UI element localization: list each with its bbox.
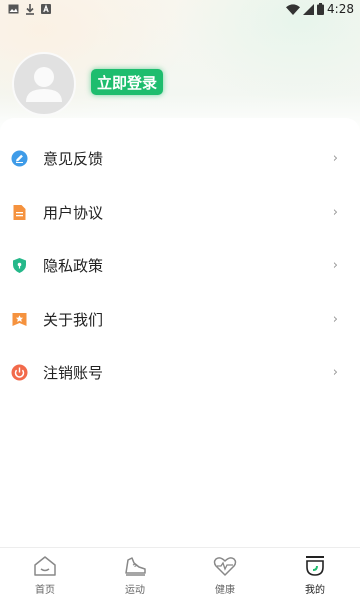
home-icon <box>32 554 58 578</box>
star-badge-icon <box>11 311 28 328</box>
chevron-right-icon: › <box>332 204 338 220</box>
default-avatar-icon <box>26 67 62 102</box>
signal-icon <box>303 3 315 15</box>
tab-home[interactable]: 首页 <box>0 548 90 600</box>
power-icon <box>11 364 28 381</box>
tab-label-mine: 我的 <box>305 585 325 596</box>
download-icon <box>25 3 35 15</box>
image-icon <box>8 4 19 14</box>
tab-health[interactable]: 健康 <box>180 548 270 600</box>
menu-item-privacy-policy[interactable]: 隐私政策 › <box>0 245 360 285</box>
avatar[interactable] <box>12 52 76 116</box>
document-icon <box>11 204 28 221</box>
tab-label-sport: 运动 <box>125 585 145 596</box>
battery-icon <box>317 3 325 15</box>
tab-label-home: 首页 <box>35 585 55 596</box>
tab-sport[interactable]: 运动 <box>90 548 180 600</box>
chevron-right-icon: › <box>332 257 338 273</box>
menu-label-delete-account: 注销账号 <box>43 363 104 382</box>
shield-icon <box>11 257 28 274</box>
menu-item-about-us[interactable]: 关于我们 › <box>0 299 360 339</box>
menu-item-delete-account[interactable]: 注销账号 › <box>0 352 360 392</box>
chevron-right-icon: › <box>332 364 338 380</box>
menu-label-user-agreement: 用户协议 <box>43 203 104 222</box>
bottom-tab-bar: 首页 运动 健康 我的 <box>0 547 360 600</box>
chevron-right-icon: › <box>332 311 338 327</box>
chevron-right-icon: › <box>332 150 338 166</box>
status-bar: 4:28 <box>0 0 360 18</box>
feedback-icon <box>11 150 28 167</box>
menu-label-feedback: 意见反馈 <box>43 149 104 168</box>
a-app-icon <box>41 4 51 14</box>
menu-card: 意见反馈 › 用户协议 › 隐私政策 › 关于我们 › 注销账号 › <box>0 118 360 548</box>
login-button[interactable]: 立即登录 <box>91 69 164 95</box>
wifi-icon <box>286 3 301 15</box>
tab-mine[interactable]: 我的 <box>270 548 360 600</box>
menu-item-user-agreement[interactable]: 用户协议 › <box>0 192 360 232</box>
profile-icon <box>302 554 328 578</box>
status-time: 4:28 <box>327 2 354 16</box>
tab-label-health: 健康 <box>215 585 235 596</box>
menu-label-privacy-policy: 隐私政策 <box>43 256 104 275</box>
menu-item-feedback[interactable]: 意见反馈 › <box>0 138 360 178</box>
menu-label-about-us: 关于我们 <box>43 310 104 329</box>
shoe-icon <box>122 554 148 578</box>
heart-pulse-icon <box>212 554 238 578</box>
